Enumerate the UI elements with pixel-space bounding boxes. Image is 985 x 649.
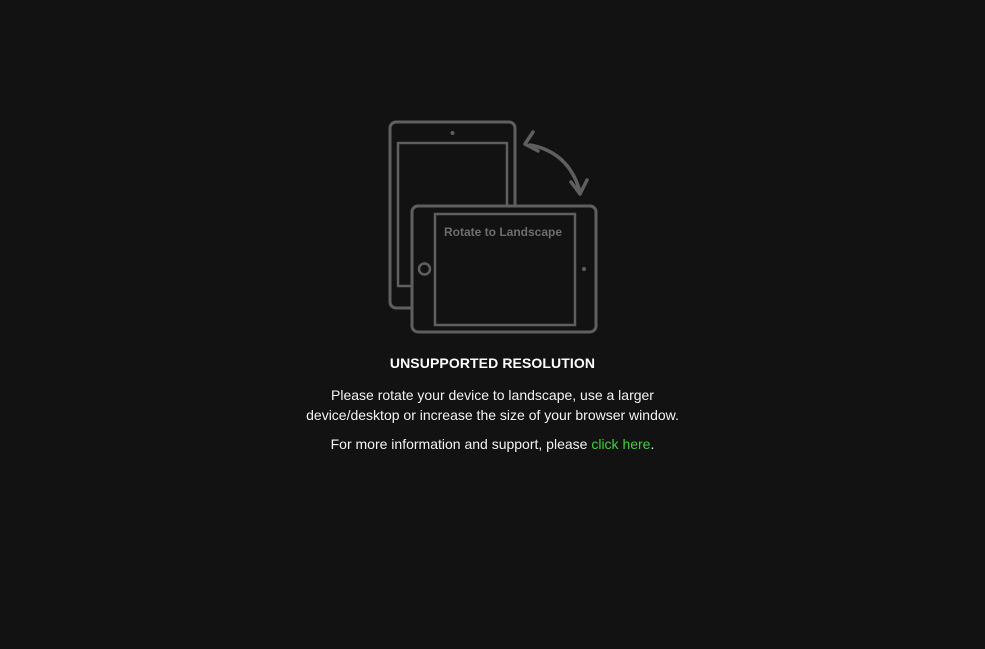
rotate-label: Rotate to Landscape [444,225,562,239]
landscape-tablet-icon: Rotate to Landscape [410,204,598,334]
unsupported-resolution-screen: Rotate to Landscape UNSUPPORTED RESOLUTI… [0,0,985,649]
support-link[interactable]: click here [591,436,650,452]
message-line-2: device/desktop or increase the size of y… [306,407,679,423]
support-suffix: . [650,436,655,452]
message-line-1: Please rotate your device to landscape, … [331,387,654,403]
page-title: UNSUPPORTED RESOLUTION [389,355,596,371]
rotate-instructions: Please rotate your device to landscape, … [0,385,985,425]
rotate-device-illustration: Rotate to Landscape [388,120,598,334]
support-text: For more information and support, please… [0,435,985,453]
rotate-arrow-icon [523,130,589,196]
support-prefix: For more information and support, please [330,436,592,452]
